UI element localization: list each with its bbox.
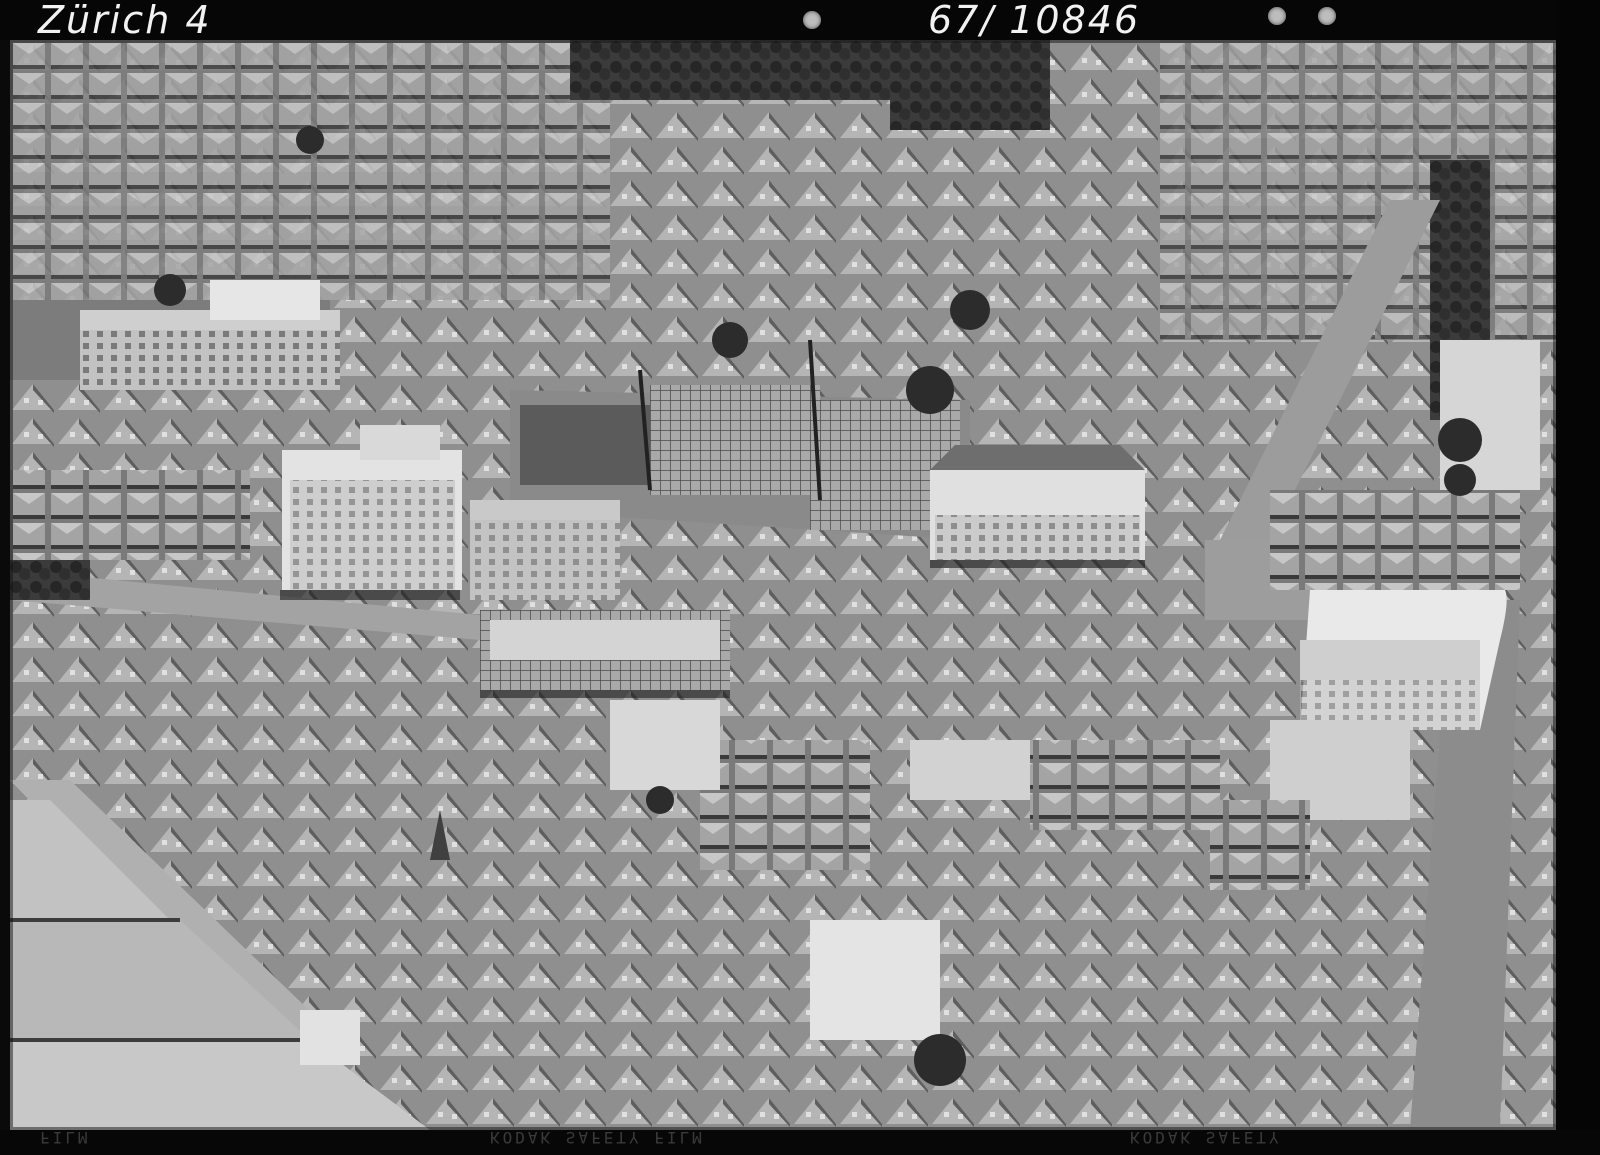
edge-print-kodak-safety-film: KODAK SAFETY FILM xyxy=(490,1128,705,1147)
handwritten-negative-number: 67/ 10846 xyxy=(928,0,1141,42)
edge-print-kodak-safety: KODAK SAFETY xyxy=(1130,1128,1282,1147)
aerial-photo xyxy=(10,40,1556,1130)
punch-hole-icon xyxy=(803,11,821,29)
punch-hole-icon xyxy=(1268,7,1286,25)
film-header-strip: Zürich 4 67/ 10846 xyxy=(0,0,1600,42)
film-negative: Zürich 4 67/ 10846 FILM KODAK SAFETY FIL… xyxy=(0,0,1600,1155)
edge-print-film: FILM xyxy=(40,1128,91,1147)
aerial-city-drawing xyxy=(10,40,1556,1130)
punch-hole-icon xyxy=(1318,7,1336,25)
handwritten-place-label: Zürich 4 xyxy=(38,0,212,42)
film-bottom-edge xyxy=(0,1130,1600,1155)
film-right-edge xyxy=(1556,0,1600,1155)
